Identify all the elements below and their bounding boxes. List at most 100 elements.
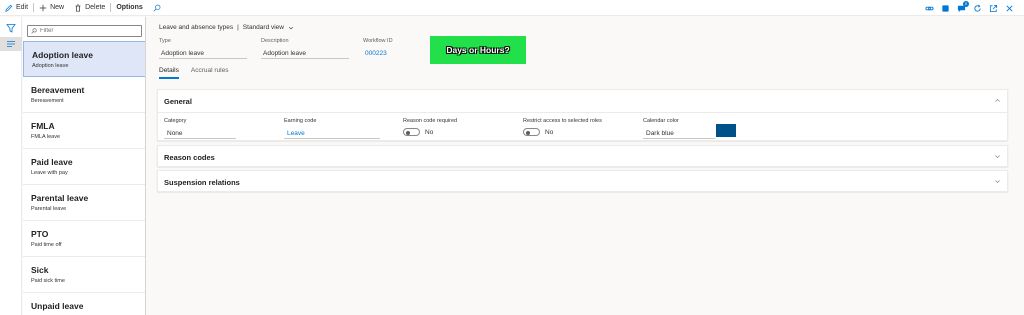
list-item-description: Adoption leave [32,63,69,69]
plus-icon [39,4,47,11]
list-item-name: Unpaid leave [31,301,84,311]
calendar-color-swatch[interactable] [716,124,736,137]
restrict-access-field: Restrict access to selected roles No [523,118,633,136]
new-button[interactable]: New [34,0,69,16]
suspension-relations-section: Suspension relations [157,170,1008,192]
chevron-down-icon[interactable] [994,153,1001,160]
list-item-description: Paid time off [31,242,62,248]
tab-accrual-rules[interactable]: Accrual rules [191,67,229,79]
chevron-up-icon[interactable] [994,97,1001,104]
pencil-icon [5,4,13,12]
list-item-fmla[interactable]: FMLA FMLA leave [23,113,145,149]
list-item-description: Bereavement [31,98,64,104]
restrict-access-label: Restrict access to selected roles [523,118,602,124]
reason-code-required-value: No [425,128,434,136]
type-label: Type [159,38,171,44]
options-button[interactable]: Options [111,0,147,16]
suspension-relations-section-header[interactable]: Suspension relations [164,178,240,187]
refresh-button[interactable] [973,4,982,13]
general-section-header[interactable]: General [164,97,192,106]
view-selector[interactable]: Standard view [243,24,284,31]
restrict-access-toggle[interactable] [523,128,540,136]
type-field: Type Adoption leave [159,38,247,59]
description-field: Description Adoption leave [261,38,349,59]
notification-badge: 0 [963,0,969,7]
filter-box [27,25,142,37]
toolbar-right-icons: 0 [925,0,1014,14]
chevron-down-icon[interactable] [288,25,294,31]
breadcrumb-title: Leave and absence types [159,24,234,31]
reason-code-required-toggle-row: No [403,128,503,136]
popout-icon [989,4,998,12]
section-divider [158,112,1007,113]
list-item-name: Paid leave [31,157,73,167]
earning-code-label: Earning code [284,118,317,124]
workflow-id-field: Workflow ID 000223 [363,38,423,59]
list-toggle-button[interactable] [0,37,22,51]
office-icon [942,4,949,12]
link-icon [925,6,934,10]
chevron-down-icon[interactable] [994,178,1001,185]
category-value[interactable]: None [164,128,236,139]
list-item-pto[interactable]: PTO Paid time off [23,221,145,257]
list-item-name: Adoption leave [32,50,93,60]
earning-code-value[interactable]: Leave [284,128,380,139]
restrict-access-toggle-row: No [523,128,633,136]
edit-label: Edit [16,4,29,11]
category-field: Category None [164,118,236,139]
link-button[interactable] [925,4,934,13]
list-item-sick[interactable]: Sick Paid sick time [23,257,145,293]
calendar-color-label: Calendar color [643,118,679,124]
list-item-name: Parental leave [31,193,89,203]
delete-label: Delete [85,4,106,11]
calendar-color-value[interactable]: Dark blue [643,128,715,139]
list-item-description: Parental leave [31,206,67,212]
refresh-icon [974,4,981,12]
list-item-adoption-leave[interactable]: Adoption leave Adoption leave [23,41,145,77]
list-item-paid-leave[interactable]: Paid leave Leave with pay [23,149,145,185]
options-label: Options [116,4,143,11]
close-button[interactable] [1005,4,1014,13]
list-item-description: Paid sick time [31,278,65,284]
type-value[interactable]: Adoption leave [159,48,247,59]
new-label: New [50,4,65,11]
list-item-unpaid-leave[interactable]: Unpaid leave [23,293,145,315]
office-button[interactable] [941,4,950,13]
list-icon [7,41,15,47]
search-icon [31,28,37,34]
search-button[interactable] [148,0,166,16]
reason-codes-section: Reason codes [157,145,1008,167]
reason-codes-section-header[interactable]: Reason codes [164,153,215,162]
earning-code-field: Earning code Leave [284,118,380,139]
messages-button[interactable]: 0 [957,0,969,13]
list-item-name: FMLA [31,121,55,131]
reason-code-required-toggle[interactable] [403,128,420,136]
list-item-parental-leave[interactable]: Parental leave Parental leave [23,185,145,221]
workflow-id-label: Workflow ID [363,38,393,44]
edit-button[interactable]: Edit [0,0,33,16]
list-item-bereavement[interactable]: Bereavement Bereavement [23,77,145,113]
open-new-window-button[interactable] [989,4,998,13]
action-toolbar: Edit New Delete Options 0 [0,0,1024,16]
close-icon [1006,4,1013,12]
trash-icon [75,3,81,12]
workflow-id-link[interactable]: 000223 [363,48,423,59]
filter-icon[interactable] [6,23,16,33]
list-item-name: Sick [31,265,49,275]
reason-code-required-field: Reason code required No [403,118,503,136]
filter-input[interactable] [40,28,130,34]
search-icon [153,4,161,11]
restrict-access-value: No [545,128,554,136]
list-item-name: Bereavement [31,85,85,95]
breadcrumb: Leave and absence types | Standard view [159,24,294,31]
records-list-pane: Adoption leave Adoption leave Bereavemen… [23,17,146,315]
description-value[interactable]: Adoption leave [261,48,349,59]
calendar-color-field: Calendar color Dark blue [643,118,715,139]
reason-code-required-label: Reason code required [403,118,458,124]
breadcrumb-separator: | [237,24,239,31]
delete-button[interactable]: Delete [69,0,110,16]
tab-details[interactable]: Details [159,67,179,79]
list-item-description: FMLA leave [31,134,61,140]
callout-text: Days or Hours? [446,45,510,55]
list-item-description: Leave with pay [31,170,68,176]
